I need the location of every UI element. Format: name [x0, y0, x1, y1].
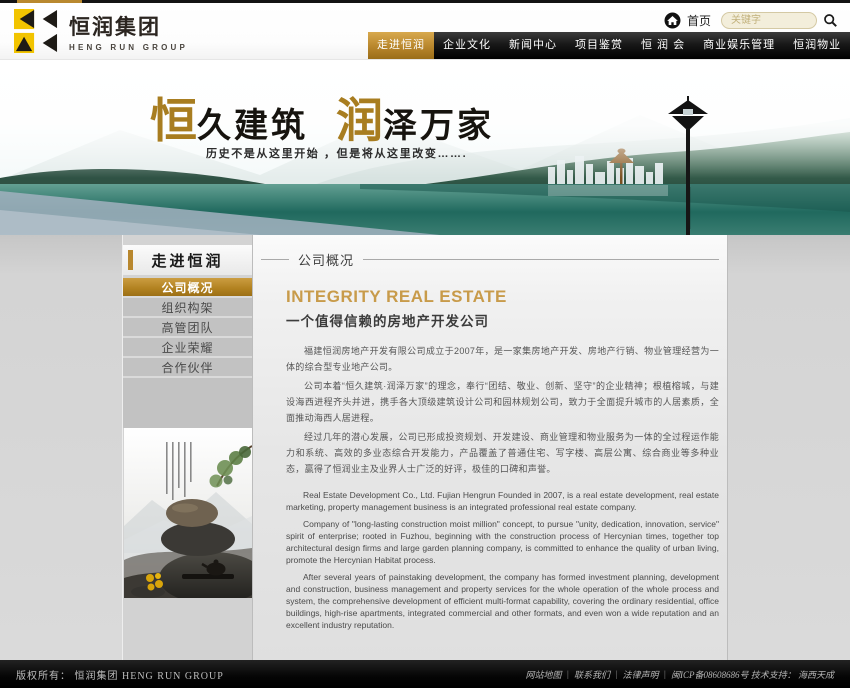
sidebar-title-bar: 走进恒润 — [123, 245, 252, 275]
banner-slogan-char-gold-2: 润 — [336, 94, 383, 149]
paragraph-cn-1: 福建恒润房地产开发有限公司成立于2007年，是一家集房地产开发、房地产行销、物业… — [286, 343, 719, 375]
footer-copyright: 版权所有： 恒润集团 HENG RUN GROUP — [16, 667, 224, 682]
sidebar: 走进恒润 公司概况 组织构架 高管团队 企业荣耀 合作伙伴 — [122, 235, 252, 660]
logo[interactable]: 恒润集团 HENG RUN GROUP — [14, 9, 188, 53]
sidebar-filler — [123, 598, 252, 660]
paragraph-cn-2: 公司本着“恒久建筑·润泽万家”的理念，奉行“团结、敬业、创新、坚守”的企业精神；… — [286, 378, 719, 426]
paragraph-en-3: After several years of painstaking devel… — [286, 571, 719, 631]
section-header: 公司概况 — [253, 235, 727, 269]
nav-item-projects[interactable]: 项目鉴赏 — [566, 32, 632, 59]
search-icon[interactable] — [823, 13, 838, 28]
sidebar-item-organization[interactable]: 组织构架 — [123, 298, 252, 318]
footer-link-contact[interactable]: 联系我们 — [574, 668, 610, 681]
paragraph-en-2: Company of "long-lasting construction mo… — [286, 518, 719, 566]
banner-subtitle: 历史不是从这里开始 ，但是将从这里改变……. — [206, 145, 467, 161]
paragraphs-english: Real Estate Development Co., Ltd. Fujian… — [286, 489, 719, 631]
footer-separator: | — [664, 669, 666, 679]
nav-item-club[interactable]: 恒 润 会 — [632, 32, 694, 59]
banner-slogan-char-gold-1: 恒 — [150, 94, 197, 149]
footer-separator: | — [567, 669, 569, 679]
section-line-right — [363, 259, 719, 260]
footer-icp: 闽ICP备08608686号 技术支持： 海西天成 — [671, 668, 834, 681]
sidebar-item-executive-team[interactable]: 高管团队 — [123, 318, 252, 338]
home-icon[interactable] — [664, 12, 681, 29]
footer-links: 网站地图 | 联系我们 | 法律声明 | 闽ICP备08608686号 技术支持… — [526, 668, 835, 681]
banner-slogan-text-1: 久建筑 — [197, 106, 308, 146]
home-link[interactable]: 首页 — [687, 12, 711, 29]
logo-icon — [14, 9, 58, 53]
nav-item-about[interactable]: 走进恒润 — [368, 32, 434, 59]
main-panel: 公司概况 INTEGRITY REAL ESTATE 一个值得信赖的房地产开发公… — [252, 235, 728, 660]
nav-item-culture[interactable]: 企业文化 — [434, 32, 500, 59]
section-title: 公司概况 — [298, 250, 354, 269]
logo-subtitle: HENG RUN GROUP — [69, 43, 188, 52]
sidebar-decorative-image — [124, 428, 252, 598]
footer: 版权所有： 恒润集团 HENG RUN GROUP 网站地图 | 联系我们 | … — [0, 660, 850, 688]
footer-separator: | — [615, 669, 617, 679]
sidebar-menu: 公司概况 组织构架 高管团队 企业荣耀 合作伙伴 — [123, 278, 252, 428]
stone-top-graphic — [166, 499, 218, 527]
heading-chinese: 一个值得信赖的房地产开发公司 — [286, 310, 719, 330]
stone-middle-graphic — [161, 522, 235, 556]
hero-banner: 恒久建筑润泽万家 历史不是从这里开始 ，但是将从这里改变……. — [0, 60, 850, 235]
sidebar-item-company-profile[interactable]: 公司概况 — [123, 278, 252, 298]
content-wrapper: 走进恒润 公司概况 组织构架 高管团队 企业荣耀 合作伙伴 — [122, 235, 728, 660]
content-region: 走进恒润 公司概况 组织构架 高管团队 企业荣耀 合作伙伴 — [0, 235, 850, 660]
paragraphs-chinese: 福建恒润房地产开发有限公司成立于2007年，是一家集房地产开发、房地产行销、物业… — [286, 343, 719, 477]
nav-item-business-mgmt[interactable]: 商业娱乐管理 — [694, 32, 784, 59]
logo-text: 恒润集团 HENG RUN GROUP — [69, 11, 188, 52]
banner-slogan: 恒久建筑润泽万家 — [150, 82, 494, 151]
footer-link-sitemap[interactable]: 网站地图 — [526, 668, 562, 681]
sidebar-item-honors[interactable]: 企业荣耀 — [123, 338, 252, 358]
sidebar-gold-bar — [128, 250, 133, 270]
search-input[interactable] — [721, 12, 817, 29]
nav-item-news[interactable]: 新闻中心 — [500, 32, 566, 59]
site-header: 恒润集团 HENG RUN GROUP 首页 走进恒润 企业文化 新闻中心 项目… — [0, 3, 850, 60]
footer-link-legal[interactable]: 法律声明 — [623, 668, 659, 681]
paragraph-cn-3: 经过几年的潜心发展，公司已形成投资规划、开发建设、商业管理和物业服务为一体的全过… — [286, 429, 719, 477]
main-nav: 走进恒润 企业文化 新闻中心 项目鉴赏 恒 润 会 商业娱乐管理 恒润物业 人力… — [368, 32, 850, 59]
header-utilities: 首页 — [664, 10, 838, 30]
banner-slogan-text-2: 泽万家 — [383, 106, 494, 146]
sidebar-item-partners[interactable]: 合作伙伴 — [123, 358, 252, 378]
heading-english: INTEGRITY REAL ESTATE — [286, 287, 719, 307]
nav-item-property[interactable]: 恒润物业 — [784, 32, 850, 59]
paragraph-en-1: Real Estate Development Co., Ltd. Fujian… — [286, 489, 719, 513]
logo-title: 恒润集团 — [69, 11, 188, 41]
main-body: INTEGRITY REAL ESTATE 一个值得信赖的房地产开发公司 福建恒… — [253, 269, 727, 631]
sidebar-title: 走进恒润 — [123, 250, 252, 271]
section-line-left — [261, 259, 289, 260]
